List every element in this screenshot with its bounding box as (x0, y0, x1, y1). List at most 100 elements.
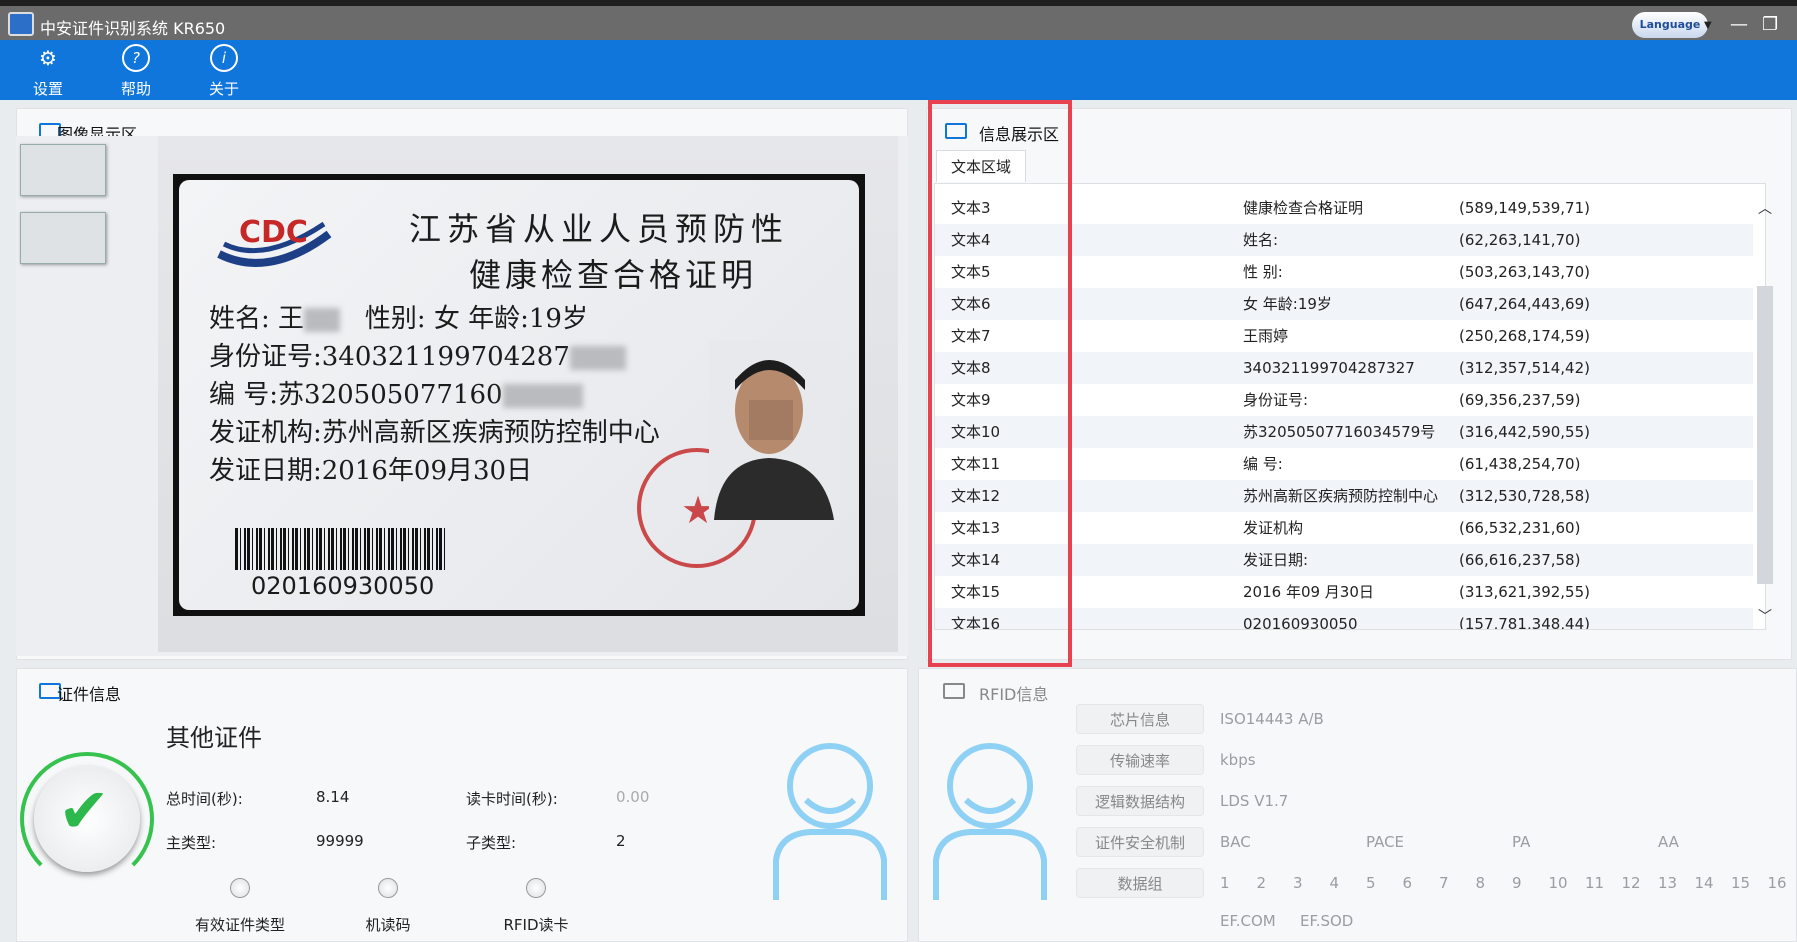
text-coords: (250,268,174,59) (1459, 327, 1590, 345)
help-icon: ? (122, 44, 150, 72)
thumbnail-front[interactable] (20, 144, 106, 196)
read-time-label: 读卡时间(秒): (466, 790, 558, 808)
data-group-item: 2 (1256, 874, 1267, 892)
barcode-number: 020160930050 (251, 572, 435, 600)
data-group-item: 10 (1548, 874, 1568, 892)
data-group-item: 13 (1658, 874, 1678, 892)
portrait-photo (709, 340, 839, 520)
text-content: 编 号: (1243, 455, 1283, 473)
checkmark-icon: ✔ (58, 774, 110, 847)
text-coords: (589,149,539,71) (1459, 199, 1590, 217)
image-viewport[interactable]: CDC 江苏省从业人员预防性 健康检查合格证明 姓名: 王 性别: 女 年龄:1… (16, 136, 908, 656)
text-coords: (312,357,514,42) (1459, 359, 1590, 377)
data-group-item: 14 (1694, 874, 1714, 892)
text-coords: (66,532,231,60) (1459, 519, 1581, 537)
security-pace: PACE (1366, 833, 1405, 851)
data-group-item: 11 (1585, 874, 1605, 892)
scanned-card-image: CDC 江苏省从业人员预防性 健康检查合格证明 姓名: 王 性别: 女 年龄:1… (173, 174, 865, 616)
svg-text:CDC: CDC (239, 215, 308, 250)
rfid-panel-title: RFID信息 (979, 685, 1049, 704)
total-time-value: 8.14 (316, 788, 350, 806)
window-title: 中安证件识别系统 KR650 (40, 19, 226, 38)
text-coords: (647,264,443,69) (1459, 295, 1590, 313)
cdc-logo-icon: CDC (217, 215, 332, 267)
scrollbar-thumb[interactable] (1757, 286, 1773, 584)
scroll-up-icon[interactable]: ︿ (1758, 198, 1772, 218)
toolbar: ⚙ 设置 ? 帮助 i 关于 (0, 40, 1797, 100)
settings-button[interactable]: ⚙ 设置 (18, 44, 78, 99)
card-date-line: 发证日期:2016年09月30日 (209, 456, 533, 486)
chip-info-value: ISO14443 A/B (1220, 710, 1324, 728)
card-title-line1: 江苏省从业人员预防性 (409, 210, 790, 248)
radio-mrz[interactable] (378, 878, 398, 898)
read-time-value: 0.00 (616, 788, 650, 806)
text-coords: (157,781,348,44) (1459, 615, 1590, 630)
text-coords: (66,616,237,58) (1459, 551, 1581, 569)
gear-icon: ⚙ (39, 46, 57, 70)
data-group-label: 数据组 (1076, 868, 1204, 898)
radio-valid-type[interactable] (230, 878, 250, 898)
lds-value: LDS V1.7 (1220, 792, 1289, 810)
radio-mrz-label: 机读码 (365, 916, 411, 934)
help-button[interactable]: ? 帮助 (106, 44, 166, 99)
text-coords: (62,263,141,70) (1459, 231, 1581, 249)
info-icon: i (210, 44, 238, 72)
card-id-line: 身份证号:340321199704287 (209, 336, 626, 373)
chip-info-label: 芯片信息 (1076, 704, 1204, 734)
card-issuer-line: 发证机构:苏州高新区疾病预防控制中心 (209, 418, 660, 448)
about-button[interactable]: i 关于 (194, 44, 254, 99)
rfid-avatar-placeholder-icon (933, 743, 1047, 900)
scroll-down-icon[interactable]: ﹀ (1758, 606, 1772, 626)
text-coords: (61,438,254,70) (1459, 455, 1581, 473)
card-name-line: 姓名: 王 性别: 女 年龄:19岁 (209, 304, 588, 334)
security-bac: BAC (1220, 833, 1251, 851)
radio-rfid-label: RFID读卡 (503, 916, 569, 934)
text-content: 020160930050 (1243, 615, 1358, 630)
text-content: 苏州高新区疾病预防控制中心 (1243, 487, 1439, 505)
main-type-label: 主类型: (166, 834, 217, 852)
highlight-box (928, 100, 1072, 667)
data-group-item: 6 (1402, 874, 1413, 892)
barcode (235, 528, 445, 570)
text-coords: (316,442,590,55) (1459, 423, 1590, 441)
text-content: 姓名: (1243, 231, 1279, 249)
data-group-item: 8 (1475, 874, 1486, 892)
title-bar: 中安证件识别系统 KR650 Language ▼ — ❐ (0, 0, 1797, 40)
data-group-item: 16 (1767, 874, 1787, 892)
text-content: 王雨婷 (1243, 327, 1289, 345)
data-group-item: 3 (1293, 874, 1303, 892)
security-label: 证件安全机制 (1076, 827, 1204, 857)
minimize-icon[interactable]: — (1730, 14, 1748, 35)
ef-com: EF.COM (1220, 912, 1276, 930)
sub-type-value: 2 (616, 832, 626, 850)
document-type: 其他证件 (166, 724, 262, 752)
app-icon (8, 12, 34, 36)
settings-label: 设置 (32, 80, 63, 98)
data-group-item: 5 (1366, 874, 1376, 892)
data-group-item: 4 (1329, 874, 1340, 892)
language-button[interactable]: Language (1632, 12, 1708, 38)
text-coords: (313,621,392,55) (1459, 583, 1590, 601)
text-content: 发证日期: (1243, 551, 1309, 569)
text-content: 苏32050507716034579号 (1243, 423, 1436, 441)
data-group-item: 7 (1439, 874, 1449, 892)
lds-label: 逻辑数据结构 (1076, 786, 1204, 816)
text-content: 身份证号: (1243, 391, 1309, 409)
data-group-item: 15 (1731, 874, 1751, 892)
chevron-down-icon[interactable]: ▼ (1704, 20, 1712, 31)
security-aa: AA (1658, 833, 1679, 851)
radio-rfid[interactable] (526, 878, 546, 898)
text-coords: (503,263,143,70) (1459, 263, 1590, 281)
main-type-value: 99999 (316, 832, 364, 850)
card-number-line: 编 号:苏320505077160 (209, 374, 583, 411)
text-coords: (69,356,237,59) (1459, 391, 1581, 409)
radio-valid-type-label: 有效证件类型 (194, 916, 285, 934)
text-coords: (312,530,728,58) (1459, 487, 1590, 505)
ef-sod: EF.SOD (1300, 912, 1354, 930)
card-title-line2: 健康检查合格证明 (469, 256, 758, 294)
rfid-icon (943, 683, 965, 699)
security-pa: PA (1512, 833, 1531, 851)
restore-icon[interactable]: ❐ (1762, 14, 1778, 35)
sub-type-label: 子类型: (466, 834, 517, 852)
thumbnail-back[interactable] (20, 212, 106, 264)
